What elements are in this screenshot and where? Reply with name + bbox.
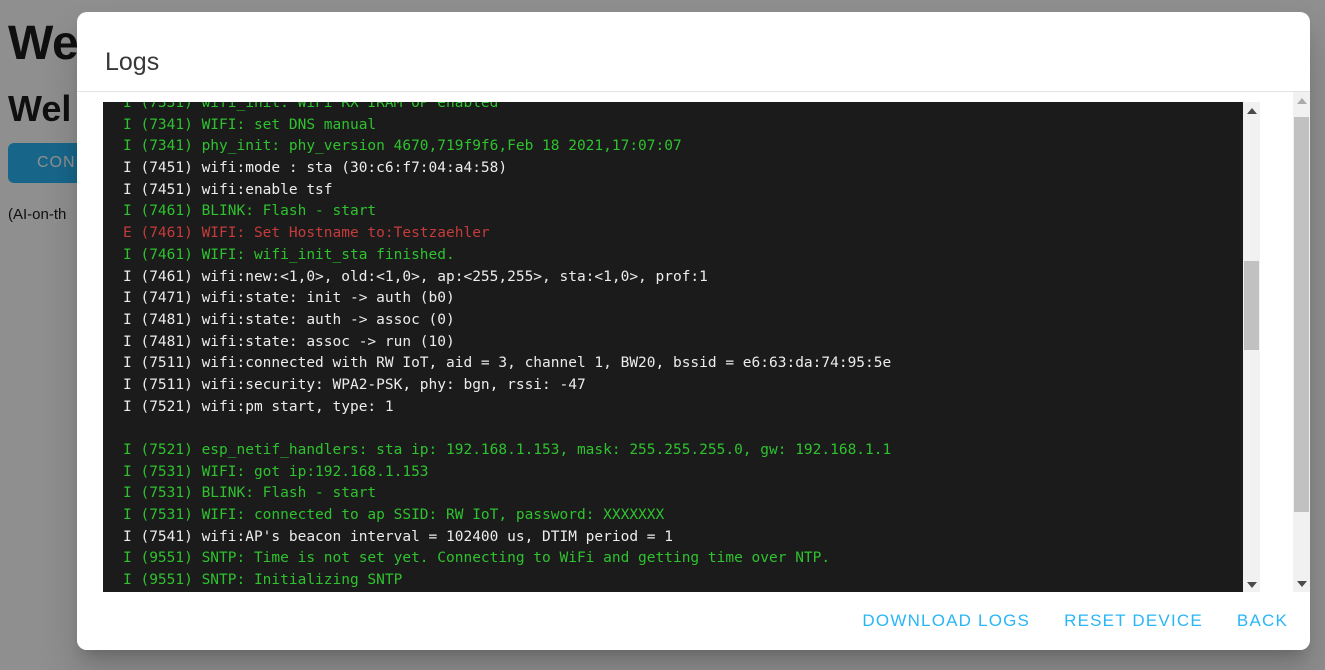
log-output[interactable]: I (7331) wifi_init: WiFi RX IRAM OP enab… [103, 102, 1260, 593]
log-line: I (7481) wifi:state: auth -> assoc (0) [123, 310, 1243, 332]
log-line: I (7451) wifi:mode : sta (30:c6:f7:04:a4… [123, 158, 1243, 180]
scroll-up-arrow-icon[interactable] [1293, 92, 1310, 109]
logs-dialog: Logs I (7331) wifi_init: WiFi RX IRAM OP… [77, 12, 1310, 650]
log-line: I (7531) BLINK: Flash - start [123, 483, 1243, 505]
log-line: I (9551) SNTP: Initializing SNTP [123, 570, 1243, 592]
back-button[interactable]: BACK [1237, 611, 1288, 631]
log-line: I (7461) BLINK: Flash - start [123, 201, 1243, 223]
log-line: I (7461) wifi:new:<1,0>, old:<1,0>, ap:<… [123, 267, 1243, 289]
log-line: I (7531) WIFI: got ip:192.168.1.153 [123, 462, 1243, 484]
log-line: I (7541) wifi:AP's beacon interval = 102… [123, 527, 1243, 549]
log-scrollbar[interactable] [1243, 102, 1260, 593]
log-line: I (7341) phy_init: phy_version 4670,719f… [123, 136, 1243, 158]
dialog-footer: DOWNLOAD LOGS RESET DEVICE BACK [77, 592, 1310, 650]
dialog-title: Logs [105, 48, 159, 77]
log-line: I (7471) wifi:state: init -> auth (b0) [123, 288, 1243, 310]
log-line: I (7521) wifi:pm start, type: 1 [123, 397, 1243, 419]
dialog-scrollbar-thumb[interactable] [1294, 117, 1309, 512]
scroll-down-arrow-icon[interactable] [1293, 575, 1310, 592]
dialog-content: I (7331) wifi_init: WiFi RX IRAM OP enab… [77, 93, 1310, 592]
log-line: I (7481) wifi:state: assoc -> run (10) [123, 332, 1243, 354]
scroll-down-arrow-icon[interactable] [1243, 576, 1260, 593]
log-line: I (7331) wifi_init: WiFi RX IRAM OP enab… [123, 102, 1243, 115]
log-line: I (9551) SNTP: Time is not set yet. Conn… [123, 548, 1243, 570]
log-line: I (7341) WIFI: set DNS manual [123, 115, 1243, 137]
log-line: I (7511) wifi:connected with RW IoT, aid… [123, 353, 1243, 375]
log-line: I (7511) wifi:security: WPA2-PSK, phy: b… [123, 375, 1243, 397]
reset-device-button[interactable]: RESET DEVICE [1064, 611, 1203, 631]
dialog-scrollbar[interactable] [1293, 92, 1310, 592]
scroll-up-arrow-icon[interactable] [1243, 102, 1260, 119]
log-line: I (7461) WIFI: wifi_init_sta finished. [123, 245, 1243, 267]
dialog-header: Logs [77, 12, 1310, 92]
log-line: E (7461) WIFI: Set Hostname to:Testzaehl… [123, 223, 1243, 245]
log-output-text: I (7331) wifi_init: WiFi RX IRAM OP enab… [103, 102, 1243, 593]
log-line: I (7521) esp_netif_handlers: sta ip: 192… [123, 440, 1243, 462]
log-scrollbar-thumb[interactable] [1244, 261, 1259, 350]
log-line [123, 418, 1243, 440]
log-line: I (7451) wifi:enable tsf [123, 180, 1243, 202]
log-line: I (7531) WIFI: connected to ap SSID: RW … [123, 505, 1243, 527]
download-logs-button[interactable]: DOWNLOAD LOGS [862, 611, 1030, 631]
